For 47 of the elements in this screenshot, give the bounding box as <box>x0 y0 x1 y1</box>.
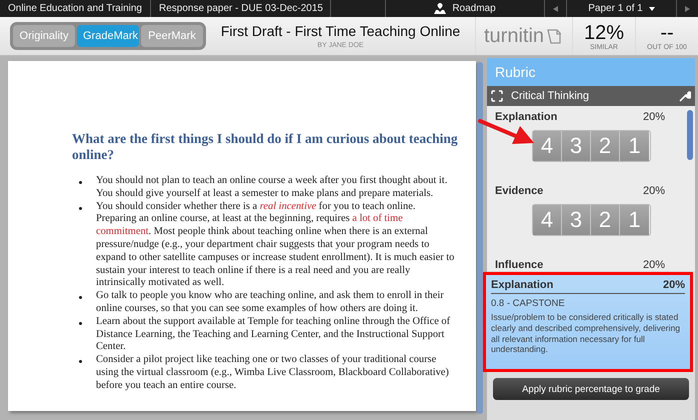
score-button[interactable]: 3 <box>562 205 591 235</box>
mode-tab[interactable]: PeerMark <box>141 25 203 47</box>
criterion-percent: 20% <box>642 111 665 123</box>
scrollbar[interactable] <box>477 62 483 414</box>
previous-icon[interactable] <box>553 6 558 12</box>
wrench-icon[interactable] <box>679 90 691 102</box>
rubric-title: Rubric <box>487 58 695 86</box>
criterion-percent: 20% <box>642 259 665 271</box>
similarity-score: 12% <box>584 22 624 44</box>
document-heading: What are the first things I should do if I am curious about teaching online? <box>72 131 458 163</box>
bullet-icon <box>79 296 82 300</box>
bullet-paragraph: Consider a pilot project like teaching one or two classes of your traditional course using the virtual classroom (e.g., Wimba Live Classroom, Blackboard Collaborative) before you teach an entire course. <box>96 354 450 393</box>
bullet-icon <box>79 206 82 210</box>
apply-button[interactable]: Apply rubric percentage to grade <box>493 378 689 400</box>
detail-level: 0.8 - CAPSTONE <box>491 298 566 309</box>
criterion-name: Evidence <box>495 185 544 197</box>
score-button[interactable]: 1 <box>620 205 649 235</box>
detail-description: Issue/problem to be considered critically is stated clearly and described comprehensively, delivering all relevant information necessary for full understanding. <box>491 312 681 356</box>
criterion-name: Explanation <box>495 111 558 123</box>
rubric-name: Critical Thinking <box>511 90 590 102</box>
bullet-icon <box>79 322 82 325</box>
map-pin-icon <box>434 3 446 14</box>
bullet-paragraph: Learn about the support available at Temple for teaching online through the Office of Distance Learning, the Teaching and Learning Center, and the Instructional Support Center. <box>96 316 452 354</box>
next-icon[interactable] <box>685 6 690 12</box>
bullet-icon <box>79 181 82 184</box>
caret-icon <box>648 6 655 10</box>
score-button[interactable]: 2 <box>591 205 620 235</box>
bullet-paragraph: Go talk to people you know who are teaching online, and ask them to enroll in their online courses, so that you can see some examples of how others are doing it. <box>96 290 445 316</box>
score-button[interactable]: 3 <box>562 131 591 161</box>
criterion-percent: 20% <box>642 185 665 197</box>
expand-icon[interactable] <box>491 90 503 102</box>
criterion-name: Influence <box>495 259 544 271</box>
detail-name: Explanation <box>491 279 554 291</box>
scrollbar-thumb[interactable] <box>687 110 693 160</box>
score-button[interactable]: 1 <box>620 131 649 161</box>
grade-score: -- <box>660 22 674 44</box>
score-button[interactable]: 4 <box>533 131 562 161</box>
paper-title: First Draft - First Time Teaching Online <box>220 23 460 39</box>
bullet-icon <box>79 360 82 364</box>
logo-text: turnitin <box>484 24 544 48</box>
score-button[interactable]: 4 <box>533 205 562 235</box>
score-button[interactable]: 2 <box>591 131 620 161</box>
mode-tab[interactable]: Originality <box>13 25 75 47</box>
mode-tab[interactable]: GradeMark <box>77 25 139 47</box>
bullet-paragraph: You should not plan to teach an online course a week after you first thought about it. You should give yourself at least a semester to make plans and prepare materials. <box>96 175 448 201</box>
detail-percent: 20% <box>662 279 685 291</box>
bullet-paragraph: You should consider whether there is a real incentive for you to teach online. Preparing an online course, at least at the beginning, requires a lot of time commitment. Most people think about teaching online when there is an external pressure/nudge (e.g., your department chair suggests that your program needs to expand to other satellite campuses or increase student enrollment). It is much easier to sustain your interest to teach online if there is a real need and you are really intrinsically motivated as well. <box>96 200 456 290</box>
